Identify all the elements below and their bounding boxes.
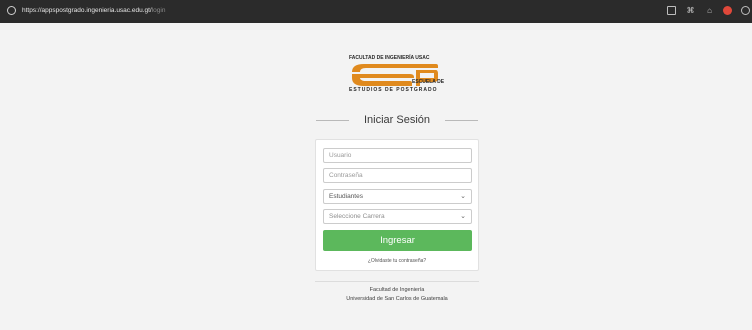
extensions-icon[interactable]: ⌘ — [686, 6, 695, 15]
username-input[interactable] — [329, 149, 471, 162]
browser-url-bar: https://appspostgrado.ingenieria.usac.ed… — [0, 0, 752, 23]
footer-university: Universidad de San Carlos de Guatemala — [346, 296, 448, 302]
submit-button[interactable]: Ingresar — [323, 230, 472, 251]
logo-top-text: FACULTAD DE INGENIERÍA USAC — [349, 55, 430, 61]
footer-divider — [315, 281, 479, 282]
chevron-down-icon: ⌄ — [460, 193, 466, 200]
login-heading: Iniciar Sesión — [316, 112, 478, 128]
password-input[interactable] — [329, 169, 471, 182]
tab-icon[interactable]: ⌂ — [705, 6, 714, 15]
screen-icon[interactable] — [667, 6, 676, 15]
url-path: login — [151, 7, 166, 14]
school-logo: FACULTAD DE INGENIERÍA USAC ESCUELA DE E… — [345, 54, 445, 96]
role-select[interactable]: Estudiantes ⌄ — [323, 189, 472, 204]
lock-icon[interactable] — [7, 6, 16, 15]
password-field[interactable] — [323, 168, 472, 183]
forgot-password-link[interactable]: ¿Olvidaste tu contraseña? — [316, 258, 478, 264]
notification-icon[interactable] — [723, 6, 732, 15]
login-form: Estudiantes ⌄ Seleccione Carrera ⌄ Ingre… — [315, 139, 479, 271]
url-main: https://appspostgrado.ingenieria.usac.ed… — [22, 7, 152, 14]
username-field[interactable] — [323, 148, 472, 163]
chevron-down-icon: ⌄ — [460, 213, 466, 220]
footer-faculty: Facultad de Ingeniería — [369, 287, 425, 293]
logo-bottom-text: ESTUDIOS DE POSTGRADO — [349, 87, 438, 93]
role-select-value: Estudiantes — [329, 193, 363, 200]
profile-icon[interactable] — [741, 6, 750, 15]
logo-side-text: ESCUELA DE — [412, 79, 445, 85]
career-select-value: Seleccione Carrera — [329, 213, 385, 220]
url-field[interactable]: https://appspostgrado.ingenieria.usac.ed… — [22, 6, 165, 16]
career-select[interactable]: Seleccione Carrera ⌄ — [323, 209, 472, 224]
divider-right — [445, 120, 478, 121]
